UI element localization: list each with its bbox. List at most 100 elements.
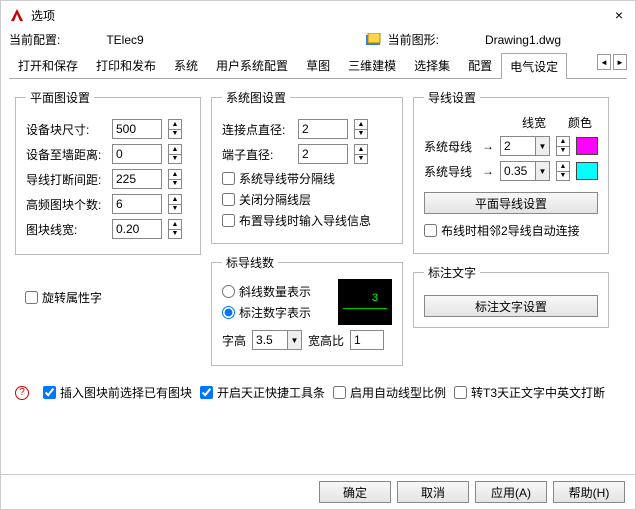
drawing-icon <box>366 33 382 47</box>
sys-check-1[interactable]: 关闭分隔线层 <box>222 191 392 208</box>
left-input-3[interactable] <box>112 194 162 214</box>
text-settings-button[interactable]: 标注文字设置 <box>424 295 598 317</box>
tab-4[interactable]: 草图 <box>297 52 339 78</box>
left-input-4[interactable] <box>112 219 162 239</box>
footer-check-0[interactable]: 插入图块前选择已有图块 <box>43 384 192 401</box>
ratio-input[interactable] <box>350 330 384 350</box>
footer-check-3[interactable]: 转T3天正文字中英文打断 <box>454 384 605 401</box>
left-input-1[interactable] <box>112 144 162 164</box>
wire-width-0[interactable]: 2▼ <box>500 136 550 156</box>
mark-preview: 3 <box>338 279 392 325</box>
col-color: 颜色 <box>568 114 592 131</box>
wire-label-0: 系统母线 <box>424 138 476 155</box>
spin-down-icon[interactable]: ▼ <box>355 155 367 164</box>
spin-up-icon[interactable]: ▲ <box>355 145 367 155</box>
spinner[interactable]: ▲▼ <box>354 119 368 139</box>
tab-2[interactable]: 系统 <box>165 52 207 78</box>
chevron-down-icon: ▼ <box>535 162 549 180</box>
spin-down-icon[interactable]: ▼ <box>355 130 367 139</box>
cancel-button[interactable]: 取消 <box>397 481 469 503</box>
spinner[interactable]: ▲▼ <box>354 144 368 164</box>
char-height-select[interactable]: 3.5 ▼ <box>252 330 302 350</box>
rotate-attr-check[interactable]: 旋转属性字 <box>25 289 201 306</box>
tab-5[interactable]: 三维建模 <box>339 52 405 78</box>
spin-down-icon[interactable]: ▼ <box>169 180 181 189</box>
spin-down-icon[interactable]: ▼ <box>557 147 569 156</box>
spin-down-icon[interactable]: ▼ <box>169 155 181 164</box>
tab-7[interactable]: 配置 <box>459 52 501 78</box>
rotate-attr-label: 旋转属性字 <box>42 289 102 306</box>
group-text-legend: 标注文字 <box>424 264 480 281</box>
spin-up-icon[interactable]: ▲ <box>355 120 367 130</box>
help-button[interactable]: 帮助(H) <box>553 481 625 503</box>
spin-down-icon[interactable]: ▼ <box>557 172 569 181</box>
group-plan-legend: 平面图设置 <box>26 89 94 106</box>
tab-3[interactable]: 用户系统配置 <box>207 52 297 78</box>
spin-up-icon[interactable]: ▲ <box>557 137 569 147</box>
color-swatch-0[interactable] <box>576 137 598 155</box>
ok-button[interactable]: 确定 <box>319 481 391 503</box>
char-height-value: 3.5 <box>253 333 287 347</box>
arrow-right-icon: → <box>482 164 494 178</box>
spin-up-icon[interactable]: ▲ <box>169 170 181 180</box>
tab-scroll-right[interactable]: ► <box>613 54 627 70</box>
sys-input-1[interactable] <box>298 144 348 164</box>
left-label-0: 设备块尺寸: <box>26 121 106 138</box>
spin-up-icon[interactable]: ▲ <box>557 162 569 172</box>
tab-scroll-left[interactable]: ◄ <box>597 54 611 70</box>
drawing-value: Drawing1.dwg <box>485 33 561 47</box>
auto-connect-checkbox[interactable] <box>424 224 437 237</box>
sys-label-0: 连接点直径: <box>222 121 292 138</box>
tab-8[interactable]: 电气设定 <box>501 53 567 79</box>
spin-down-icon[interactable]: ▼ <box>169 230 181 239</box>
mark-radio-1[interactable]: 标注数字表示 <box>222 304 330 321</box>
wire-width-1[interactable]: 0.35▼ <box>500 161 550 181</box>
arrow-right-icon: → <box>482 139 494 153</box>
tab-1[interactable]: 打印和发布 <box>87 52 165 78</box>
color-swatch-1[interactable] <box>576 162 598 180</box>
footer-check-2[interactable]: 启用自动线型比例 <box>333 384 446 401</box>
group-text: 标注文字 标注文字设置 <box>413 264 609 328</box>
footer-checks: ? 插入图块前选择已有图块开启天正快捷工具条启用自动线型比例转T3天正文字中英文… <box>15 380 621 405</box>
group-plan: 平面图设置 设备块尺寸:▲▼设备至墙距离:▲▼导线打断间距:▲▼高频图块个数:▲… <box>15 89 201 255</box>
auto-connect-check[interactable]: 布线时相邻2导线自动连接 <box>424 222 598 239</box>
tab-6[interactable]: 选择集 <box>405 52 459 78</box>
group-system: 系统图设置 连接点直径:▲▼端子直径:▲▼ 系统导线带分隔线关闭分隔线层布置导线… <box>211 89 403 244</box>
dialog-buttons: 确定 取消 应用(A) 帮助(H) <box>319 481 625 503</box>
chevron-down-icon: ▼ <box>535 137 549 155</box>
sys-check-2[interactable]: 布置导线时输入导线信息 <box>222 212 392 229</box>
spin-down-icon[interactable]: ▼ <box>169 130 181 139</box>
spinner[interactable]: ▲▼ <box>168 169 182 189</box>
chevron-down-icon: ▼ <box>287 331 301 349</box>
sys-check-0[interactable]: 系统导线带分隔线 <box>222 170 392 187</box>
tab-scroll: ◄ ► <box>595 54 627 70</box>
wire-label-1: 系统导线 <box>424 163 476 180</box>
spinner[interactable]: ▲▼ <box>168 119 182 139</box>
window-title: 选项 <box>31 7 55 24</box>
tabs: 打开和保存打印和发布系统用户系统配置草图三维建模选择集配置电气设定 ◄ ► <box>9 52 627 79</box>
spinner[interactable]: ▲▼ <box>556 136 570 156</box>
spinner[interactable]: ▲▼ <box>168 219 182 239</box>
spin-down-icon[interactable]: ▼ <box>169 205 181 214</box>
col-linewidth: 线宽 <box>522 114 546 131</box>
sys-input-0[interactable] <box>298 119 348 139</box>
close-icon[interactable]: × <box>615 7 623 23</box>
sys-label-1: 端子直径: <box>222 146 292 163</box>
spinner[interactable]: ▲▼ <box>168 144 182 164</box>
spinner[interactable]: ▲▼ <box>556 161 570 181</box>
spin-up-icon[interactable]: ▲ <box>169 195 181 205</box>
help-icon[interactable]: ? <box>15 386 29 400</box>
spin-up-icon[interactable]: ▲ <box>169 220 181 230</box>
left-input-2[interactable] <box>112 169 162 189</box>
char-height-label: 字高 <box>222 332 246 349</box>
tab-0[interactable]: 打开和保存 <box>9 52 87 78</box>
mark-radio-0[interactable]: 斜线数量表示 <box>222 283 330 300</box>
spinner[interactable]: ▲▼ <box>168 194 182 214</box>
left-input-0[interactable] <box>112 119 162 139</box>
plan-wire-settings-button[interactable]: 平面导线设置 <box>424 192 598 214</box>
spin-up-icon[interactable]: ▲ <box>169 120 181 130</box>
footer-check-1[interactable]: 开启天正快捷工具条 <box>200 384 325 401</box>
apply-button[interactable]: 应用(A) <box>475 481 547 503</box>
spin-up-icon[interactable]: ▲ <box>169 145 181 155</box>
rotate-attr-checkbox[interactable] <box>25 291 38 304</box>
